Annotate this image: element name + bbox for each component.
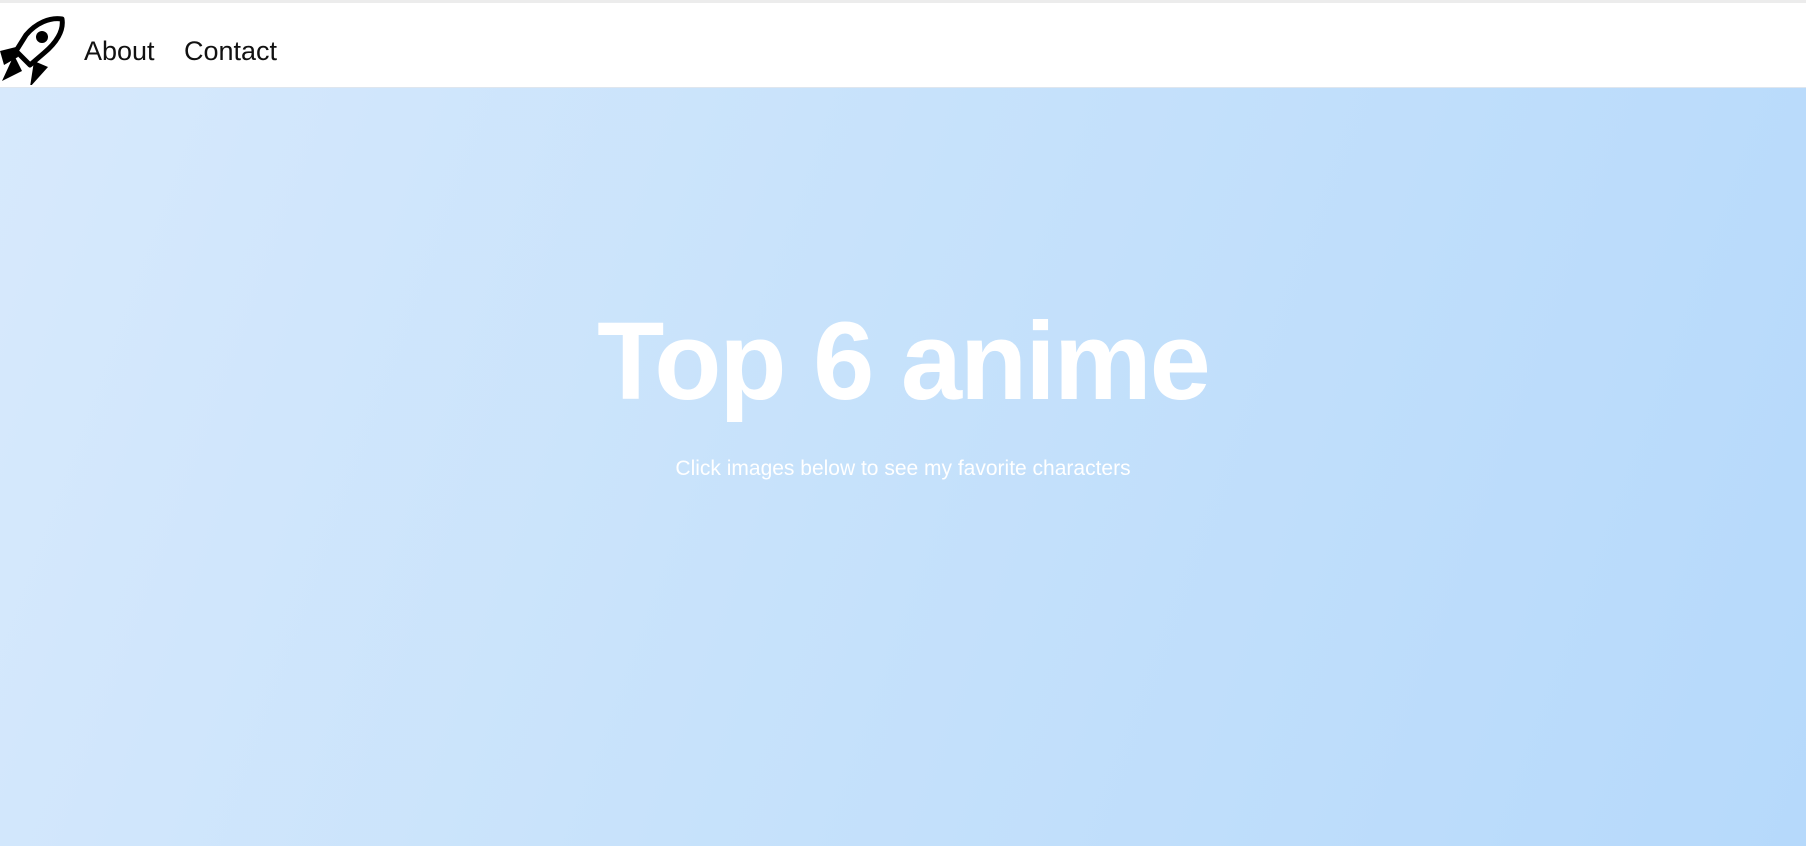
hero-title: Top 6 anime — [597, 300, 1211, 423]
nav-link-about[interactable]: About — [84, 34, 155, 68]
logo-link[interactable] — [0, 15, 66, 85]
navbar: About Contact — [0, 3, 1806, 88]
rocket-icon — [0, 15, 66, 85]
page: About Contact Top 6 anime Click images b… — [0, 0, 1806, 846]
nav-link-contact[interactable]: Contact — [184, 34, 277, 68]
hero-subtitle: Click images below to see my favorite ch… — [675, 457, 1131, 480]
hero-section: Top 6 anime Click images below to see my… — [0, 88, 1806, 846]
